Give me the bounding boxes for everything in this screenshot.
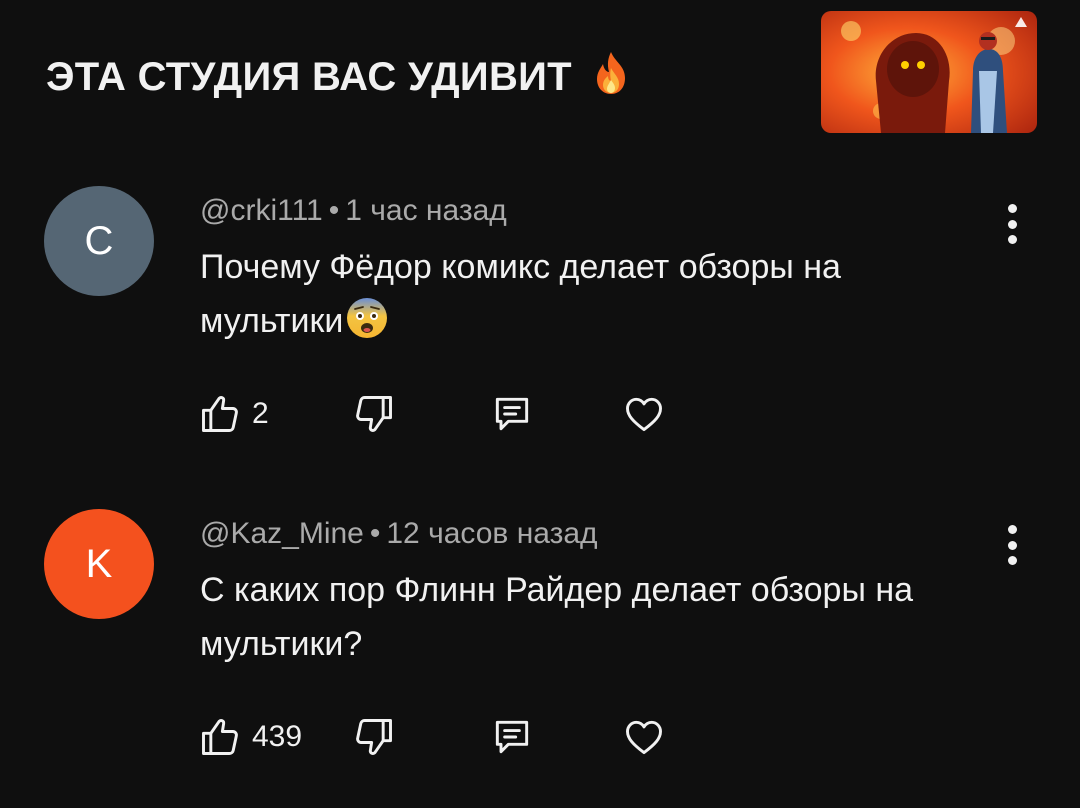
heart-icon	[626, 720, 662, 755]
comment-author[interactable]: @crki111	[200, 194, 323, 227]
meta-separator: •	[328, 194, 340, 227]
thumb-up-icon	[202, 396, 238, 432]
dislike-button[interactable]	[352, 392, 396, 436]
like-button[interactable]: 439	[198, 715, 302, 759]
thumb-down-icon	[356, 719, 392, 755]
reply-button[interactable]	[490, 392, 534, 436]
heart-icon	[626, 397, 662, 432]
thumb-down-icon	[356, 396, 392, 432]
fire-emoji	[597, 52, 626, 94]
thumbnail-image	[821, 11, 1037, 133]
comment-meta: @crki111 • 1 час назад	[200, 194, 507, 228]
comment-bubble-icon	[495, 720, 529, 754]
meta-separator: •	[369, 517, 381, 550]
comment-time: 1 час назад	[345, 194, 507, 227]
like-count: 439	[252, 720, 303, 753]
video-header[interactable]: ЭТА СТУДИЯ ВАС УДИВИТ	[0, 0, 1080, 150]
comment-actions: 2	[198, 392, 698, 436]
video-title-text: ЭТА СТУДИЯ ВАС УДИВИТ	[46, 55, 572, 99]
avatar-letter: K	[85, 541, 113, 586]
thumb-up-icon	[202, 719, 238, 755]
comment-text: С каких пор Флинн Райдер делает обзоры н…	[200, 563, 990, 671]
reply-button[interactable]	[490, 715, 534, 759]
like-count: 2	[252, 397, 269, 430]
video-title: ЭТА СТУДИЯ ВАС УДИВИТ	[46, 50, 631, 100]
video-thumbnail[interactable]	[821, 11, 1037, 133]
heart-button[interactable]	[622, 715, 666, 759]
more-vertical-icon[interactable]	[1000, 525, 1024, 565]
comment-time: 12 часов назад	[386, 517, 598, 550]
comment-body: Почему Фёдор комикс делает обзоры на мул…	[200, 248, 841, 340]
fearful-face-emoji	[347, 298, 388, 338]
comment-text: Почему Фёдор комикс делает обзоры на мул…	[200, 240, 980, 348]
comments-screen: ЭТА СТУДИЯ ВАС УДИВИТ C @crki111 • 1 час…	[0, 0, 1080, 808]
avatar[interactable]: C	[44, 186, 154, 296]
avatar[interactable]: K	[44, 509, 154, 619]
more-vertical-icon[interactable]	[1000, 204, 1024, 244]
avatar-letter: C	[84, 218, 114, 263]
comment-item: C @crki111 • 1 час назад Почему Фёдор коми…	[0, 186, 1080, 476]
comment-meta: @Kaz_Mine • 12 часов назад	[200, 517, 598, 551]
like-button[interactable]: 2	[198, 392, 269, 436]
comment-item: K @Kaz_Mine • 12 часов назад С каких пор Ф…	[0, 509, 1080, 799]
comment-author[interactable]: @Kaz_Mine	[200, 517, 364, 550]
comment-actions: 439	[198, 715, 698, 759]
comment-bubble-icon	[495, 397, 529, 431]
dislike-button[interactable]	[352, 715, 396, 759]
heart-button[interactable]	[622, 392, 666, 436]
comment-body: С каких пор Флинн Райдер делает обзоры н…	[200, 571, 914, 663]
